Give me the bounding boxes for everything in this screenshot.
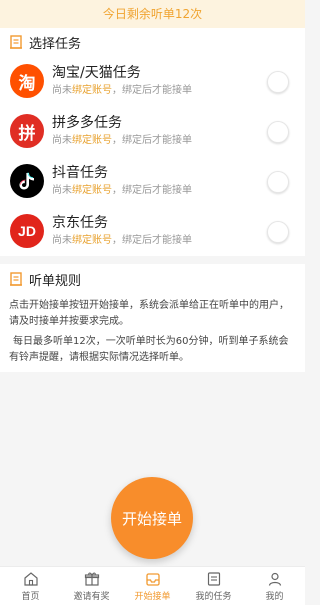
- task-item-jd[interactable]: JD 京东任务 尚未绑定账号，绑定后才能接单: [0, 206, 305, 256]
- tasks-section-header: 选择任务: [0, 28, 305, 56]
- bind-account-link[interactable]: 绑定账号: [72, 185, 112, 196]
- rules-section-header: 听单规则: [0, 264, 305, 294]
- task-name: 京东任务: [52, 214, 108, 231]
- home-icon: [23, 571, 38, 586]
- task-status: 尚未绑定账号，绑定后才能接单: [52, 134, 192, 146]
- task-status: 尚未绑定账号，绑定后才能接单: [52, 234, 192, 246]
- task-status: 尚未绑定账号，绑定后才能接单: [52, 84, 192, 96]
- remaining-count-banner: 今日剩余听单12次: [0, 0, 305, 28]
- task-name: 抖音任务: [52, 164, 108, 181]
- document-icon: [10, 272, 22, 286]
- task-name: 淘宝/天猫任务: [52, 64, 141, 81]
- task-item-taobao[interactable]: 淘 淘宝/天猫任务 尚未绑定账号，绑定后才能接单: [0, 56, 305, 106]
- bind-account-link[interactable]: 绑定账号: [72, 235, 112, 246]
- tab-my-tasks[interactable]: 我的任务: [183, 571, 244, 602]
- tasks-section-title: 选择任务: [29, 36, 82, 52]
- task-item-pinduoduo[interactable]: 拼 拼多多任务 尚未绑定账号，绑定后才能接单: [0, 106, 305, 156]
- user-icon: [268, 572, 281, 586]
- task-item-douyin[interactable]: 抖音任务 尚未绑定账号，绑定后才能接单: [0, 156, 305, 206]
- task-toggle-jd[interactable]: [267, 221, 289, 243]
- pinduoduo-logo-icon: 拼: [10, 114, 44, 148]
- list-icon: [207, 571, 220, 586]
- document-icon: [10, 35, 22, 49]
- tab-profile[interactable]: 我的: [244, 571, 305, 602]
- tab-start-orders[interactable]: 开始接单: [122, 571, 183, 602]
- task-toggle-douyin[interactable]: [267, 171, 289, 193]
- bottom-tab-bar: 首页 邀请有奖 开始接单 我的任务 我的: [0, 566, 305, 605]
- taobao-logo-icon: 淘: [10, 64, 44, 98]
- task-status: 尚未绑定账号，绑定后才能接单: [52, 184, 192, 196]
- rules-section-title: 听单规则: [29, 273, 82, 289]
- bind-account-link[interactable]: 绑定账号: [72, 85, 112, 96]
- task-toggle-taobao[interactable]: [267, 71, 289, 93]
- task-toggle-pinduoduo[interactable]: [267, 121, 289, 143]
- tab-home[interactable]: 首页: [0, 571, 61, 602]
- start-taking-orders-button[interactable]: 开始接单: [111, 477, 193, 559]
- inbox-icon: [145, 572, 160, 586]
- task-name: 拼多多任务: [52, 114, 122, 131]
- rules-paragraph-1: 点击开始接单按钮开始接单，系统会派单给正在听单中的用户，请及时接单并按要求完成。: [9, 300, 289, 327]
- jd-logo-icon: JD: [10, 214, 44, 248]
- tab-invite[interactable]: 邀请有奖: [61, 571, 122, 602]
- rules-section: 听单规则 点击开始接单按钮开始接单，系统会派单给正在听单中的用户，请及时接单并按…: [0, 264, 305, 372]
- rules-paragraph-2: 每日最多听单12次，一次听单时长为60分钟，听到单子系统会有铃声提醒，请根据实际…: [9, 336, 289, 363]
- task-list: 淘 淘宝/天猫任务 尚未绑定账号，绑定后才能接单 拼 拼多多任务 尚未绑定账号，…: [0, 56, 305, 256]
- douyin-logo-icon: [10, 164, 44, 198]
- gift-icon: [84, 572, 99, 586]
- page: 今日剩余听单12次 选择任务 淘 淘宝/天猫任务 尚未绑定账号，绑定后才能接单: [0, 0, 305, 605]
- bind-account-link[interactable]: 绑定账号: [72, 135, 112, 146]
